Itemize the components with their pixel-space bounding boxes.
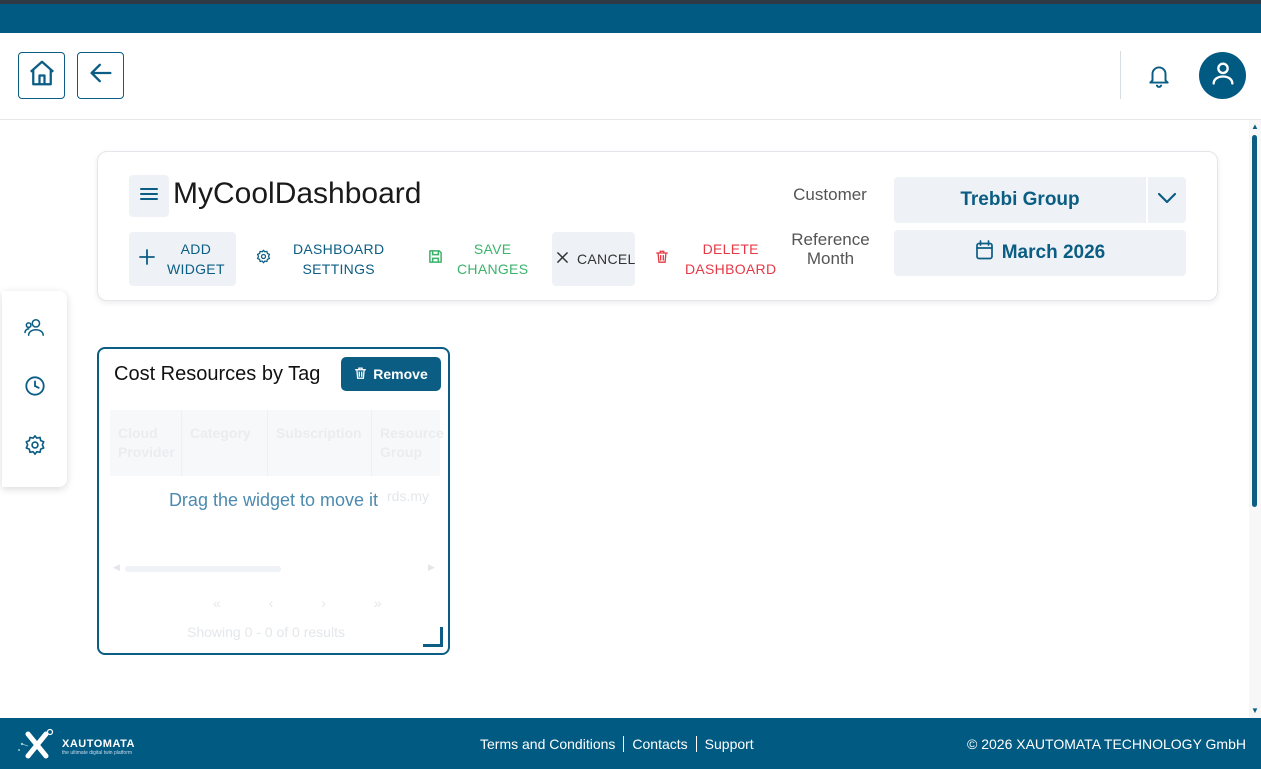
footer-copyright: © 2026 XAUTOMATA TECHNOLOGY GmbH	[967, 736, 1246, 752]
sidebar-item-history[interactable]	[22, 375, 48, 401]
plus-icon	[139, 248, 155, 270]
page-scrollbar-thumb[interactable]	[1252, 135, 1257, 507]
ghost-results: Showing 0 - 0 of 0 results	[187, 624, 345, 640]
hamburger-menu-icon	[139, 186, 159, 207]
terms-link[interactable]: Terms and Conditions	[480, 736, 615, 752]
support-link[interactable]: Support	[705, 736, 754, 752]
footer: XAUTOMATA the ultimate digital twin plat…	[0, 718, 1261, 769]
delete-dashboard-button[interactable]: DELETE DASHBOARD	[655, 232, 777, 286]
top-bar	[0, 4, 1261, 33]
remove-widget-button[interactable]: Remove	[341, 357, 441, 391]
dashboard-menu-button[interactable]	[129, 175, 169, 217]
floppy-disk-icon	[428, 249, 443, 269]
widget-title: Cost Resources by Tag	[114, 363, 321, 385]
save-changes-button[interactable]: SAVE CHANGES	[428, 232, 528, 286]
reference-month-label: Reference Month	[778, 230, 883, 268]
dashboard-settings-button[interactable]: DASHBOARD SETTINGS	[256, 232, 386, 286]
clock-icon	[24, 375, 46, 402]
calendar-icon	[975, 240, 994, 266]
gear-icon	[256, 249, 271, 269]
side-toolbar	[2, 291, 67, 487]
drag-hint: Drag the widget to move it	[168, 490, 379, 510]
delete-label-line1: DELETE	[702, 241, 759, 257]
column-header: Cloud Provider	[110, 410, 182, 476]
sidebar-item-users[interactable]	[22, 316, 48, 342]
resize-handle[interactable]	[423, 627, 443, 647]
delete-label-line2: DASHBOARD	[685, 261, 777, 277]
contacts-link[interactable]: Contacts	[632, 736, 687, 752]
add-widget-button[interactable]: ADD WIDGET	[129, 232, 236, 286]
footer-link-separator	[695, 736, 697, 752]
scroll-down-icon[interactable]: ▼	[1251, 706, 1259, 715]
settings-label-line1: DASHBOARD	[293, 241, 385, 257]
add-widget-label-line1: ADD	[180, 241, 212, 257]
header-divider	[1120, 51, 1121, 99]
add-widget-label-line2: WIDGET	[167, 261, 225, 277]
bell-icon	[1146, 61, 1172, 94]
home-icon	[27, 58, 57, 93]
footer-logo: XAUTOMATA the ultimate digital twin plat…	[16, 728, 135, 765]
footer-links: Terms and Conditions Contacts Support	[480, 736, 754, 752]
column-header: Subscription	[268, 410, 372, 476]
ghost-pager: « ‹ › »	[213, 595, 404, 611]
customer-value: Trebbi Group	[960, 189, 1080, 210]
save-label-line1: SAVE	[473, 241, 512, 257]
arrow-left-icon	[87, 59, 115, 92]
cancel-button[interactable]: CANCEL	[552, 232, 635, 286]
footer-brand: XAUTOMATA	[62, 737, 135, 750]
widget-table-scrollbar[interactable]	[125, 566, 281, 572]
customer-dropdown-button[interactable]	[1148, 177, 1186, 223]
reference-month-label-line1: Reference	[791, 230, 870, 249]
footer-tagline: the ultimate digital twin platform	[62, 749, 133, 756]
scroll-up-icon[interactable]: ▲	[1251, 122, 1259, 131]
xautomata-logo-icon	[16, 728, 60, 765]
trash-icon	[354, 366, 367, 383]
widget-table-header: Cloud Provider Category Subscription Res…	[110, 410, 444, 476]
user-avatar-button[interactable]	[1199, 52, 1246, 99]
gear-icon	[24, 434, 46, 461]
notifications-button[interactable]	[1140, 60, 1178, 94]
chevron-down-icon	[1157, 191, 1177, 209]
users-icon	[24, 317, 46, 342]
remove-label: Remove	[373, 366, 428, 382]
table-scroll-left-icon: ◀	[113, 562, 120, 572]
cancel-label: CANCEL	[577, 251, 636, 267]
cost-resources-widget[interactable]: Cost Resources by Tag Remove Cloud Provi…	[97, 347, 450, 655]
trash-icon	[655, 249, 669, 269]
reference-month-value: March 2026	[1001, 242, 1106, 263]
table-scroll-right-icon: ▶	[428, 562, 435, 572]
back-button[interactable]	[77, 52, 124, 99]
dashboard-title: MyCoolDashboard	[173, 177, 422, 210]
column-header: Resource Group	[380, 425, 444, 460]
reference-month-label-line2: Month	[806, 249, 855, 268]
save-label-line2: CHANGES	[457, 261, 529, 277]
sidebar-item-settings[interactable]	[22, 434, 48, 460]
home-button[interactable]	[18, 52, 65, 99]
customer-label: Customer	[793, 185, 867, 204]
customer-select[interactable]: Trebbi Group	[894, 177, 1146, 223]
dashboard-header-card: MyCoolDashboard ADD WIDGET DASHBOARD SETTI…	[97, 151, 1218, 301]
close-icon	[556, 249, 569, 269]
column-header: Category	[182, 410, 268, 476]
settings-label-line2: SETTINGS	[302, 261, 375, 277]
footer-link-separator	[623, 736, 625, 752]
app-header	[0, 33, 1261, 120]
user-icon	[1209, 59, 1237, 92]
reference-month-picker[interactable]: March 2026	[894, 230, 1186, 276]
